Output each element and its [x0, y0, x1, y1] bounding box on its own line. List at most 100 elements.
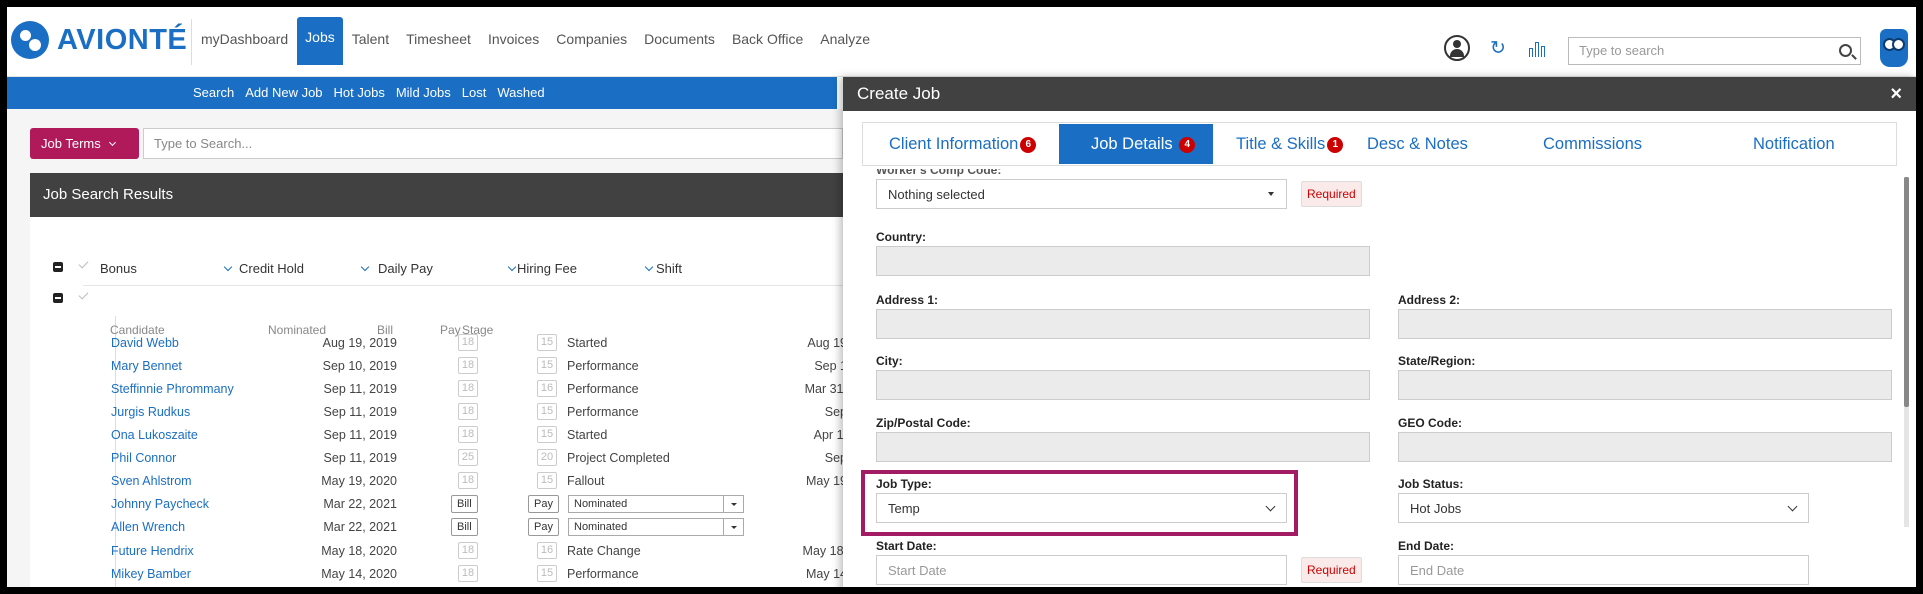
menu-item-analyze[interactable]: Analyze [820, 29, 870, 65]
select-all-checkbox[interactable] [78, 258, 89, 269]
city-label: City: [876, 354, 903, 368]
geo-field[interactable] [1398, 432, 1892, 462]
start-date-input[interactable]: Start Date [876, 555, 1287, 585]
chevron-down-icon[interactable] [507, 262, 517, 272]
job-type-select[interactable]: Temp [876, 493, 1287, 523]
candidate-name[interactable]: Ona Lukoszaite [111, 428, 198, 442]
candidate-name[interactable]: Mikey Bamber [111, 567, 191, 581]
chevron-down-icon[interactable] [644, 262, 654, 272]
tab-label: Title & Skills [1236, 135, 1326, 153]
subnav-hot-jobs[interactable]: Hot Jobs [334, 77, 385, 109]
tab-commissions[interactable]: Commissions [1543, 124, 1753, 164]
candidate-name[interactable]: Mary Bennet [111, 359, 182, 373]
job-status-value: Hot Jobs [1410, 501, 1462, 516]
stage-date: Aug 19 [807, 336, 847, 350]
subnav-add-new-job[interactable]: Add New Job [245, 77, 322, 109]
table-row[interactable]: Sven Ahlstrom May 19, 2020 18 15 Fallout… [7, 471, 847, 494]
stage-select[interactable]: Nominated [568, 518, 744, 536]
menu-item-companies[interactable]: Companies [556, 29, 627, 65]
subnav-search[interactable]: Search [193, 77, 234, 109]
subnav-lost[interactable]: Lost [462, 77, 487, 109]
city-field[interactable] [876, 370, 1370, 400]
job-terms-button[interactable]: Job Terms [30, 128, 139, 159]
collapse-group-icon[interactable] [53, 293, 63, 303]
menu-item-documents[interactable]: Documents [644, 29, 715, 65]
table-row[interactable]: Johnny Paycheck Mar 22, 2021 Bill Pay No… [7, 494, 827, 517]
candidate-name[interactable]: Future Hendrix [111, 544, 194, 558]
tab-job-details[interactable]: Job Details 4 [1059, 124, 1213, 164]
column-credit-hold[interactable]: Credit Hold [239, 261, 370, 276]
subnav-mild-jobs[interactable]: Mild Jobs [396, 77, 451, 109]
state-field[interactable] [1398, 370, 1892, 400]
caret-down-icon[interactable] [723, 519, 743, 535]
menu-item-timesheet[interactable]: Timesheet [406, 29, 471, 65]
table-row[interactable]: Mikey Bamber May 14, 2020 18 15 Performa… [7, 564, 847, 587]
candidate-name[interactable]: David Webb [111, 336, 179, 350]
collapse-all-icon[interactable] [53, 262, 63, 272]
job-search-panel: Job Terms Type to Search... Job Search R… [7, 109, 847, 587]
group-checkbox[interactable] [78, 289, 89, 300]
column-bonus[interactable]: Bonus [100, 261, 233, 276]
user-icon[interactable] [1444, 35, 1470, 61]
candidate-name[interactable]: Phil Connor [111, 451, 176, 465]
job-status-select[interactable]: Hot Jobs [1398, 493, 1809, 523]
job-search-input[interactable]: Type to Search... [143, 128, 843, 159]
close-icon[interactable]: × [1890, 77, 1902, 111]
bar-chart-icon[interactable] [1529, 41, 1547, 57]
divider [191, 19, 192, 65]
nominated-date: Mar 22, 2021 [323, 520, 397, 534]
candidate-name[interactable]: Johnny Paycheck [111, 497, 209, 511]
stage-select[interactable]: Nominated [568, 495, 744, 513]
table-row[interactable]: Allen Wrench Mar 22, 2021 Bill Pay Nomin… [7, 517, 827, 540]
column-shift[interactable]: Shift [656, 261, 682, 276]
bill-button[interactable]: Bill [451, 518, 478, 536]
pay-button[interactable]: Pay [528, 495, 559, 513]
chevron-down-icon[interactable] [360, 262, 370, 272]
tab-title-skills[interactable]: Title & Skills 1 [1213, 124, 1351, 164]
chevron-down-icon[interactable] [223, 262, 233, 272]
candidate-name[interactable]: Allen Wrench [111, 520, 185, 534]
table-row[interactable]: Mary Bennet Sep 10, 2019 18 15 Performan… [7, 356, 847, 379]
scrollbar-thumb[interactable] [1904, 177, 1909, 407]
refresh-icon[interactable]: ↻ [1490, 39, 1506, 58]
stage: Started [567, 336, 608, 350]
global-search-placeholder: Type to search [1579, 43, 1665, 58]
end-date-input[interactable]: End Date [1398, 555, 1809, 585]
subnav-washed[interactable]: Washed [497, 77, 544, 109]
menu-item-invoices[interactable]: Invoices [488, 29, 539, 65]
caret-down-icon[interactable] [723, 496, 743, 512]
candidate-name[interactable]: Steffinnie Phrommany [111, 382, 234, 396]
menu-item-back-office[interactable]: Back Office [732, 29, 803, 65]
owl-mascot-icon[interactable] [1880, 29, 1908, 67]
address2-field[interactable] [1398, 309, 1892, 339]
menu-item-mydashboard[interactable]: myDashboard [201, 29, 288, 65]
tab-label: Commissions [1543, 135, 1643, 153]
tab-notification[interactable]: Notification [1753, 124, 1873, 164]
table-row[interactable]: David Webb Aug 19, 2019 18 15 Started Au… [7, 333, 847, 356]
address1-field[interactable] [876, 309, 1370, 339]
menu-item-talent[interactable]: Talent [352, 29, 389, 65]
brand-logo[interactable]: AVIONTÉ [11, 21, 187, 59]
menu-item-jobs[interactable]: Jobs [297, 17, 343, 65]
table-row[interactable]: Future Hendrix May 18, 2020 18 16 Rate C… [7, 541, 847, 564]
tab-desc-notes[interactable]: Desc & Notes [1367, 124, 1543, 164]
country-field[interactable] [876, 246, 1370, 276]
tab-client-information[interactable]: Client Information 6 [889, 124, 1059, 164]
column-hiring-fee[interactable]: Hiring Fee [517, 261, 654, 276]
modal-scrollbar[interactable] [1904, 177, 1909, 527]
pay-button[interactable]: Pay [528, 518, 559, 536]
zip-field[interactable] [876, 432, 1370, 462]
bill-button[interactable]: Bill [451, 495, 478, 513]
candidate-name[interactable]: Jurgis Rudkus [111, 405, 190, 419]
table-row[interactable]: Phil Connor Sep 11, 2019 25 20 Project C… [7, 448, 847, 471]
workers-comp-select[interactable]: Nothing selected [876, 179, 1287, 209]
search-icon[interactable] [1839, 44, 1852, 57]
column-daily-pay[interactable]: Daily Pay [378, 261, 517, 276]
table-row[interactable]: Ona Lukoszaite Sep 11, 2019 18 15 Starte… [7, 425, 847, 448]
table-row[interactable]: Steffinnie Phrommany Sep 11, 2019 18 16 … [7, 379, 847, 402]
stage-date: Sep [824, 405, 847, 419]
candidate-name[interactable]: Sven Ahlstrom [111, 474, 192, 488]
table-row[interactable]: Jurgis Rudkus Sep 11, 2019 18 15 Perform… [7, 402, 847, 425]
global-search-input[interactable]: Type to search [1568, 37, 1861, 65]
job-details-form: Worker's Comp Code: Nothing selected Req… [843, 169, 1916, 587]
